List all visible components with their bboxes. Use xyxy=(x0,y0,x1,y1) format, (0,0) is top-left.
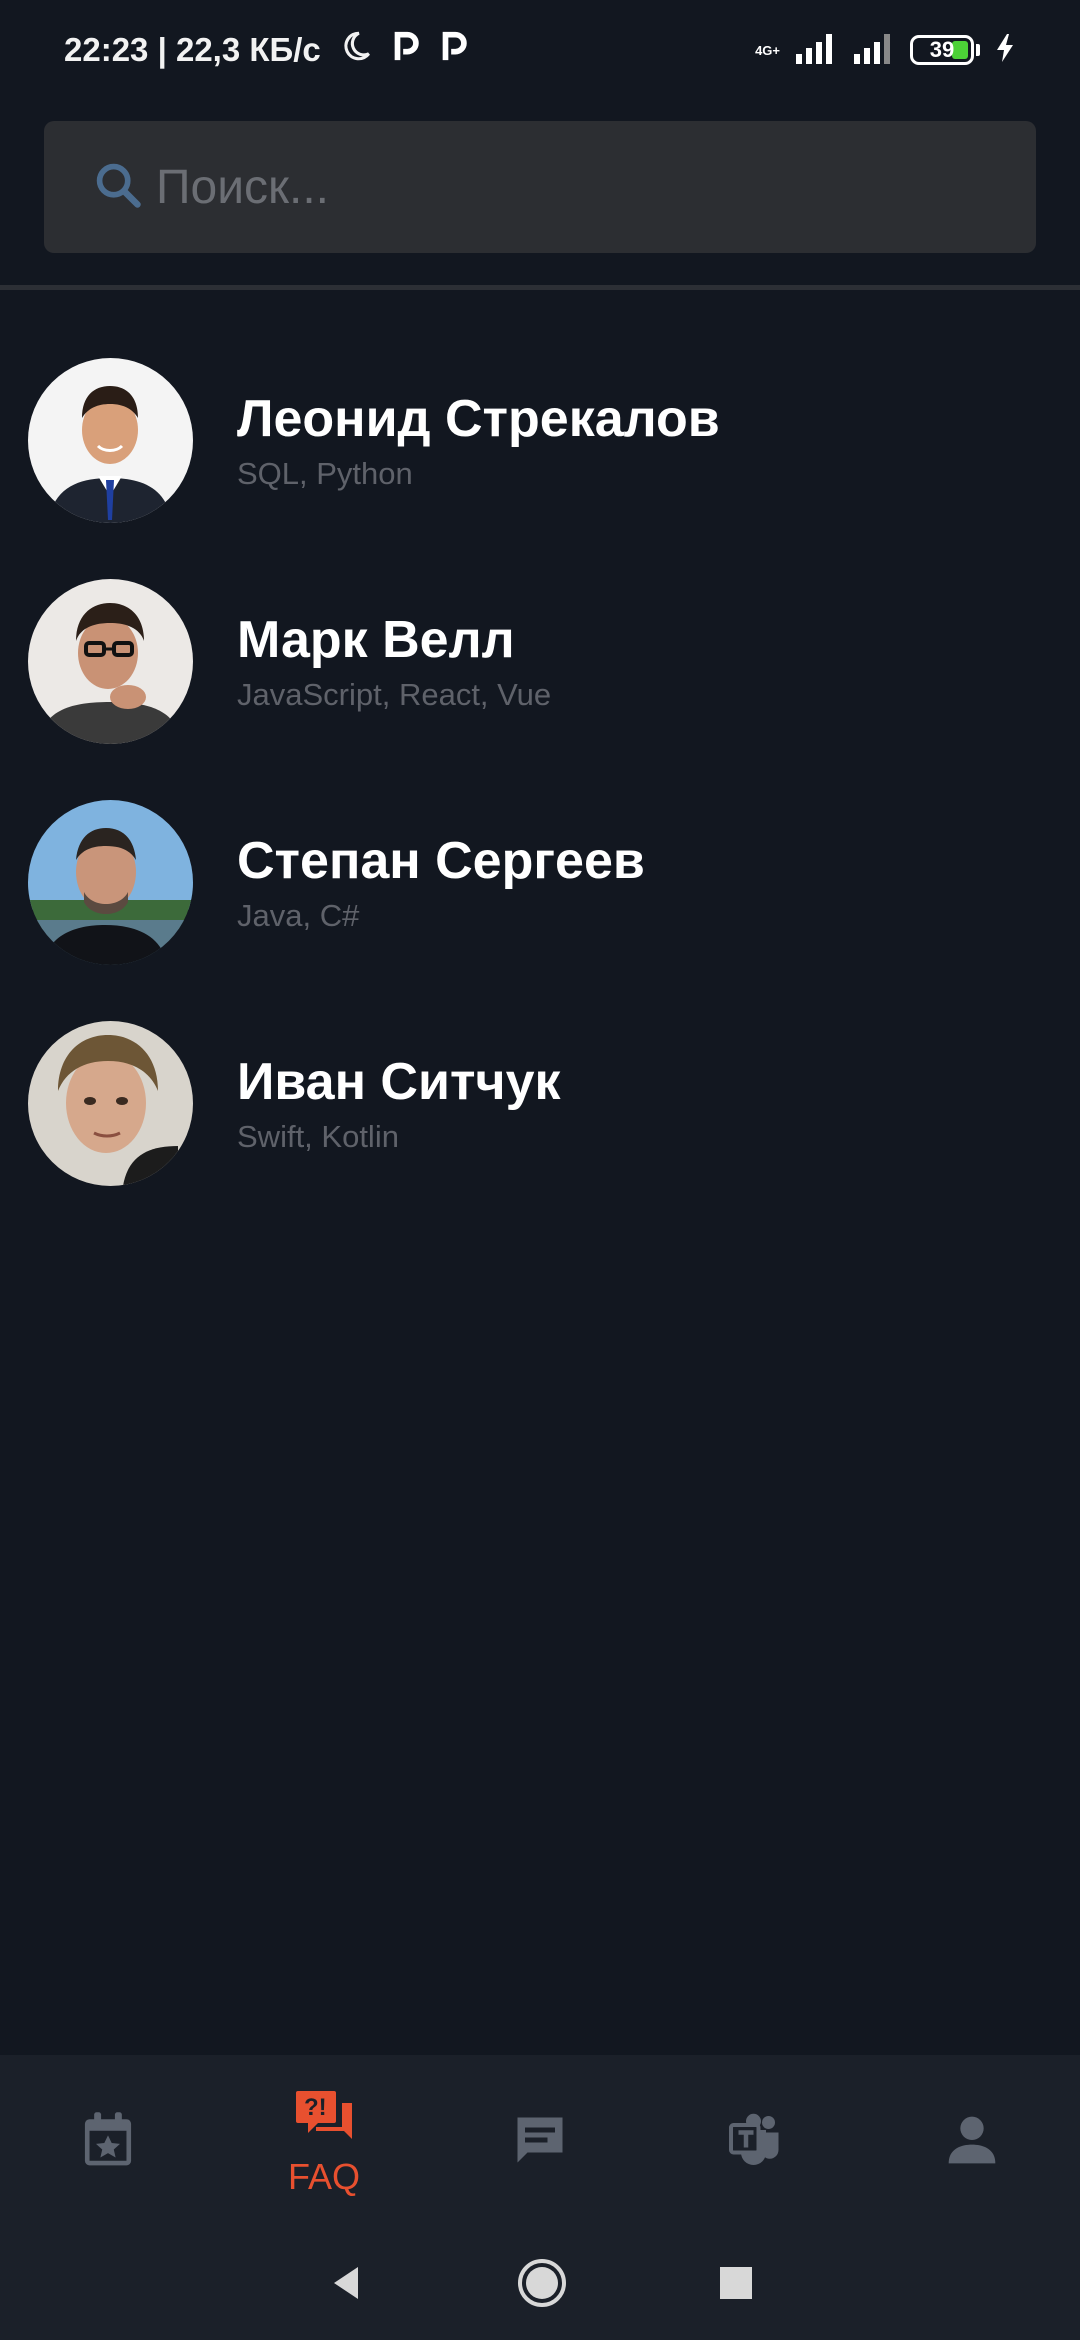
contact-item[interactable]: Степан Сергеев Java, C# xyxy=(0,772,1080,993)
nav-item-events[interactable] xyxy=(18,2055,198,2230)
profile-icon xyxy=(944,2112,1000,2173)
contact-name: Леонид Стрекалов xyxy=(237,389,720,448)
nav-label-faq: FAQ xyxy=(287,2156,361,2197)
nav-item-teams[interactable] xyxy=(666,2055,846,2230)
contact-text: Степан Сергеев Java, C# xyxy=(237,830,645,936)
status-time-speed: 22:23 | 22,3 КБ/с xyxy=(64,31,321,68)
bottom-nav: ?! FAQ xyxy=(0,2055,1080,2230)
signal-icon-2 xyxy=(852,32,896,69)
signal-icon xyxy=(794,32,838,69)
teams-icon xyxy=(726,2110,786,2175)
app-p-icon xyxy=(391,29,421,72)
search-bar[interactable] xyxy=(44,121,1036,253)
nav-item-profile[interactable] xyxy=(882,2055,1062,2230)
svg-text:?!: ?! xyxy=(304,2094,327,2121)
avatar xyxy=(28,579,193,744)
charging-icon xyxy=(994,32,1016,69)
moon-icon xyxy=(339,29,373,71)
back-icon[interactable] xyxy=(326,2263,366,2308)
avatar xyxy=(28,1021,193,1186)
network-type: 4G+ xyxy=(755,42,780,58)
calendar-star-icon xyxy=(80,2110,136,2175)
contact-name: Марк Велл xyxy=(237,610,515,669)
avatar xyxy=(28,358,193,523)
contact-skills: Java, C# xyxy=(237,897,360,933)
battery-level: 39 xyxy=(929,37,955,62)
faq-icon: ?! xyxy=(292,2087,356,2152)
contact-skills: SQL, Python xyxy=(237,455,413,491)
contact-skills: JavaScript, React, Vue xyxy=(237,676,552,712)
status-right: 4G+ 39 xyxy=(755,32,1016,69)
nav-item-faq[interactable]: ?! FAQ xyxy=(234,2055,414,2230)
app-p-icon-2 xyxy=(439,29,469,72)
avatar xyxy=(28,800,193,965)
battery-icon: 39 xyxy=(910,35,980,65)
status-left: 22:23 | 22,3 КБ/с xyxy=(64,29,469,72)
contact-item[interactable]: Иван Ситчук Swift, Kotlin xyxy=(0,993,1080,1214)
contact-item[interactable]: Марк Велл JavaScript, React, Vue xyxy=(0,551,1080,772)
contact-text: Леонид Стрекалов SQL, Python xyxy=(237,388,720,494)
chat-icon xyxy=(510,2110,570,2175)
search-input[interactable] xyxy=(156,159,956,215)
status-bar: 22:23 | 22,3 КБ/с 4G+ 39 xyxy=(0,0,1080,100)
search-icon xyxy=(92,159,144,216)
contact-skills: Swift, Kotlin xyxy=(237,1118,399,1154)
contact-name: Иван Ситчук xyxy=(237,1052,561,1111)
nav-item-chat[interactable] xyxy=(450,2055,630,2230)
divider xyxy=(0,285,1080,290)
recents-icon[interactable] xyxy=(718,2265,754,2306)
contact-list: Леонид Стрекалов SQL, Python Марк Велл J… xyxy=(0,330,1080,1214)
contact-text: Иван Ситчук Swift, Kotlin xyxy=(237,1051,561,1157)
contact-item[interactable]: Леонид Стрекалов SQL, Python xyxy=(0,330,1080,551)
screen: 22:23 | 22,3 КБ/с 4G+ 39 Поиск... Леонид… xyxy=(0,0,1080,2340)
home-icon[interactable] xyxy=(516,2257,568,2314)
contact-text: Марк Велл JavaScript, React, Vue xyxy=(237,609,551,715)
system-nav-bar xyxy=(0,2230,1080,2340)
contact-name: Степан Сергеев xyxy=(237,831,645,890)
